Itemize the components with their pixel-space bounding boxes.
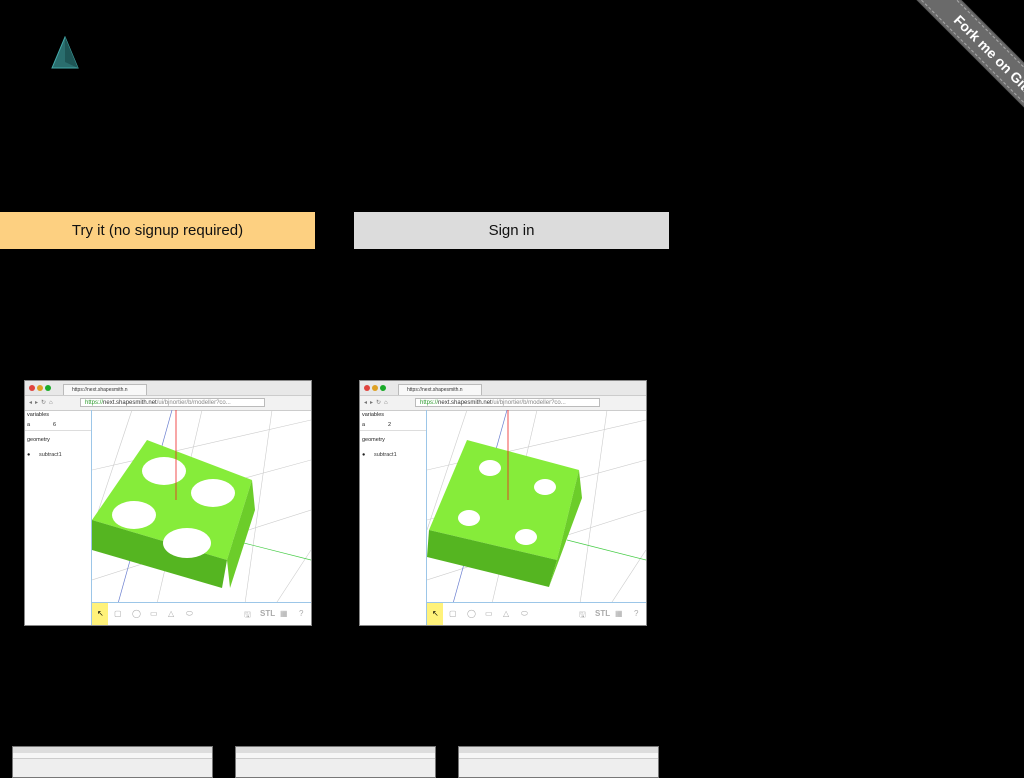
url-path: /ui/bjnortier/b/modeller?co...: [156, 400, 231, 406]
stl-export-button[interactable]: STL: [260, 609, 275, 618]
save-icon[interactable]: 🖫: [579, 609, 586, 623]
url-host: next.shapesmith.net: [103, 400, 157, 406]
nav-icons: ◂▸↻⌂: [29, 400, 56, 406]
visibility-icon: ●: [27, 452, 31, 458]
torus-icon[interactable]: ⬭: [186, 609, 193, 619]
side-pane: variables a 6 geometry ● subtract1: [25, 410, 92, 625]
fork-ribbon-link[interactable]: Fork me on GitHub: [912, 0, 1024, 150]
select-tool-button[interactable]: ↖: [427, 603, 443, 625]
geometry-item: subtract1: [374, 452, 397, 458]
minimize-dot-icon: [372, 385, 378, 391]
browser-titlebar: https://next.shapesmith.n: [25, 381, 311, 396]
variable-value: 6: [53, 422, 57, 428]
sphere-icon[interactable]: ◯: [132, 609, 141, 618]
cube-icon[interactable]: ▢: [449, 609, 457, 618]
cylinder-icon[interactable]: ▭: [150, 609, 158, 618]
sphere-icon[interactable]: ◯: [467, 609, 476, 618]
variable-name: a: [27, 422, 31, 428]
variables-label: variables: [27, 412, 50, 418]
stl-export-button[interactable]: STL: [595, 609, 610, 618]
grid-icon[interactable]: ▦: [280, 609, 288, 618]
browser-titlebar: https://next.shapesmith.n: [360, 381, 646, 396]
cone-icon[interactable]: △: [503, 609, 509, 618]
url-prefix: https://: [420, 400, 439, 406]
mini-screenshot: [12, 746, 213, 778]
minimize-dot-icon: [37, 385, 43, 391]
url-path: /ui/bjnortier/b/modeller?co...: [491, 400, 566, 406]
cube-icon[interactable]: ▢: [114, 609, 122, 618]
url-field: https://next.shapesmith.net/ui/bjnortier…: [80, 398, 265, 407]
mini-screenshot: [235, 746, 436, 778]
side-pane: variables a 2 geometry ● subtract1: [360, 410, 427, 625]
geometry-label: geometry: [27, 437, 50, 443]
variable-value: 2: [388, 422, 392, 428]
nav-icons: ◂▸↻⌂: [364, 400, 391, 406]
cylinder-icon[interactable]: ▭: [485, 609, 493, 618]
triangle-logo-icon: [51, 36, 79, 69]
url-host: next.shapesmith.net: [438, 400, 492, 406]
3d-viewport: [92, 410, 311, 625]
select-tool-button[interactable]: ↖: [92, 603, 108, 625]
3d-viewport: [427, 410, 646, 625]
torus-icon[interactable]: ⬭: [521, 609, 528, 619]
geometry-label: geometry: [362, 437, 385, 443]
browser-tab: https://next.shapesmith.n: [398, 384, 482, 395]
grid-icon[interactable]: ▦: [615, 609, 623, 618]
browser-urlbar: ◂▸↻⌂ https://next.shapesmith.net/ui/bjno…: [360, 396, 646, 411]
url-field: https://next.shapesmith.net/ui/bjnortier…: [415, 398, 600, 407]
browser-urlbar: ◂▸↻⌂ https://next.shapesmith.net/ui/bjno…: [25, 396, 311, 411]
browser-tab: https://next.shapesmith.n: [63, 384, 147, 395]
close-dot-icon: [29, 385, 35, 391]
close-dot-icon: [364, 385, 370, 391]
variables-label: variables: [362, 412, 385, 418]
try-it-button[interactable]: Try it (no signup required): [0, 212, 315, 249]
toolbar: ↖ ▢ ◯ ▭ △ ⬭ 🖫 STL ▦ ?: [427, 602, 646, 625]
screenshot-large-holes: https://next.shapesmith.n ◂▸↻⌂ https://n…: [24, 380, 312, 626]
visibility-icon: ●: [362, 452, 366, 458]
sign-in-button[interactable]: Sign in: [354, 212, 669, 249]
save-icon[interactable]: 🖫: [244, 609, 251, 623]
screenshot-small-holes: https://next.shapesmith.n ◂▸↻⌂ https://n…: [359, 380, 647, 626]
toolbar: ↖ ▢ ◯ ▭ △ ⬭ 🖫 STL ▦ ?: [92, 602, 311, 625]
maximize-dot-icon: [45, 385, 51, 391]
fork-ribbon-label[interactable]: Fork me on GitHub: [914, 0, 1024, 149]
fork-ribbon[interactable]: Fork me on GitHub: [874, 0, 1024, 150]
geometry-item: subtract1: [39, 452, 62, 458]
url-prefix: https://: [85, 400, 104, 406]
help-button[interactable]: ?: [634, 609, 638, 618]
help-button[interactable]: ?: [299, 609, 303, 618]
maximize-dot-icon: [380, 385, 386, 391]
mini-screenshot: [458, 746, 659, 778]
variable-name: a: [362, 422, 366, 428]
cone-icon[interactable]: △: [168, 609, 174, 618]
